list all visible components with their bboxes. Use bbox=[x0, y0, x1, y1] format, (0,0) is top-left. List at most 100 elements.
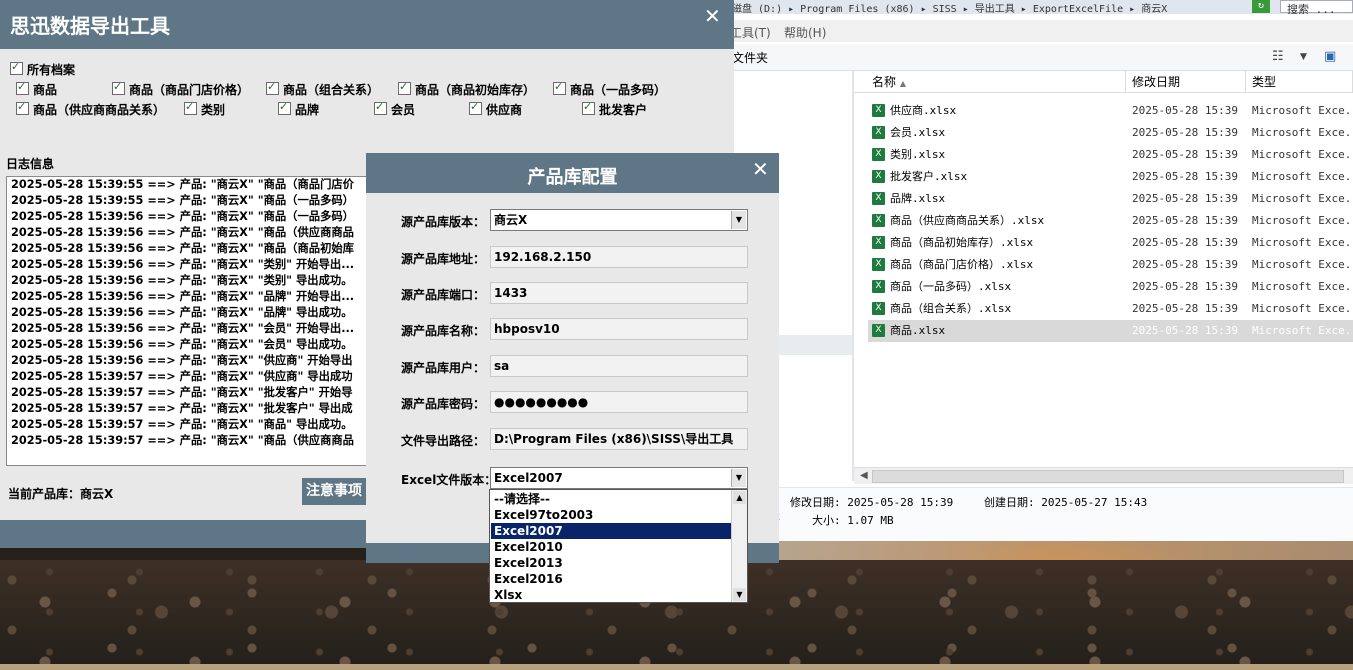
file-row[interactable]: X 商品.xlsx 2025-05-28 15:39 Microsoft Exce..… bbox=[868, 320, 1353, 342]
dropdown-option[interactable]: Xlsx bbox=[491, 587, 732, 603]
config-input[interactable]: sa bbox=[490, 355, 748, 377]
file-row[interactable]: X 商品（商品门店价格）.xlsx 2025-05-28 15:39 Microsof… bbox=[868, 254, 1353, 276]
excel-file-icon: X bbox=[872, 214, 885, 227]
file-name: 商品（商品初始库存）.xlsx bbox=[890, 236, 1034, 249]
archive-checkbox[interactable]: 商品（商品门店价格） bbox=[112, 80, 250, 98]
excel-file-icon: X bbox=[872, 126, 885, 139]
horizontal-scrollbar[interactable]: ◀ bbox=[854, 467, 1353, 484]
view-icon[interactable]: ☷ bbox=[1272, 49, 1284, 64]
file-row[interactable]: X 商品（一品多码）.xlsx 2025-05-28 15:39 Microsoft … bbox=[868, 276, 1353, 298]
preview-pane-icon[interactable]: ▣ bbox=[1324, 49, 1336, 64]
dropdown-scrollbar[interactable]: ▲ ▼ bbox=[731, 490, 747, 602]
archive-checkbox[interactable]: 供应商 bbox=[469, 100, 523, 118]
archive-checkbox[interactable]: 商品（商品初始库存） bbox=[398, 80, 535, 98]
field-value: 192.168.2.150 bbox=[494, 250, 592, 264]
archive-checkbox[interactable]: 商品（组合关系） bbox=[266, 80, 379, 98]
field-value: Excel2007 bbox=[494, 471, 563, 485]
close-icon[interactable]: ✕ bbox=[752, 157, 769, 181]
checkbox-box[interactable] bbox=[582, 100, 595, 115]
column-name[interactable]: 名称 ▲ bbox=[854, 71, 1126, 93]
file-row[interactable]: X 商品（商品初始库存）.xlsx 2025-05-28 15:39 Microsof… bbox=[868, 232, 1353, 254]
checkbox-box[interactable] bbox=[16, 100, 29, 115]
dropdown-option[interactable]: Excel97to2003 bbox=[491, 507, 732, 523]
config-input[interactable]: 192.168.2.150 bbox=[490, 246, 748, 268]
checkbox-all-archives[interactable]: 所有档案 bbox=[10, 60, 75, 78]
checkbox-box[interactable] bbox=[184, 100, 197, 115]
excel-file-icon: X bbox=[872, 324, 885, 337]
file-row[interactable]: X 会员.xlsx 2025-05-28 15:39 Microsoft Exce..… bbox=[868, 122, 1353, 144]
dropdown-option[interactable]: Excel2013 bbox=[491, 555, 732, 571]
field-value: sa bbox=[494, 359, 510, 373]
dropdown-option[interactable]: Excel2007 bbox=[491, 523, 732, 539]
scroll-down-icon[interactable]: ▼ bbox=[733, 588, 746, 601]
file-name: 批发客户.xlsx bbox=[890, 170, 968, 183]
menu-tools[interactable]: 工具(T) bbox=[730, 24, 771, 41]
log-line: 2025-05-28 15:39:57 ==> 产品: "商云X" "批发客户"… bbox=[11, 386, 353, 399]
address-path[interactable]: 磁盘 (D:) ▸ Program Files (x86) ▸ SISS ▸ 导… bbox=[732, 0, 1167, 14]
log-line: 2025-05-28 15:39:57 ==> 产品: "商云X" "批发客户"… bbox=[11, 402, 353, 415]
notice-button[interactable]: 注意事项 bbox=[302, 478, 368, 505]
excel-version-dropdown-list[interactable]: --请选择-- Excel97to2003 Excel2007 Excel2010 Ex… bbox=[489, 489, 748, 603]
folders-button[interactable]: 文件夹 bbox=[732, 49, 768, 66]
config-input[interactable]: D:\Program Files (x86)\SISS\导出工具 bbox=[490, 428, 748, 450]
file-date: 2025-05-28 15:39 bbox=[1132, 170, 1238, 183]
file-row[interactable]: X 批发客户.xlsx 2025-05-28 15:39 Microsoft Exce… bbox=[868, 166, 1353, 188]
file-type: Microsoft Exce... bbox=[1252, 192, 1353, 205]
column-date[interactable]: 修改日期 bbox=[1126, 71, 1246, 93]
config-input[interactable]: hbposv10 bbox=[490, 318, 748, 340]
dropdown-option[interactable]: Excel2016 bbox=[491, 571, 732, 587]
checkbox-label: 类别 bbox=[201, 103, 226, 117]
checkbox-box[interactable] bbox=[374, 100, 387, 115]
column-type[interactable]: 类型 bbox=[1246, 71, 1353, 93]
excel-file-icon: X bbox=[872, 258, 885, 271]
checkbox-label: 商品（商品门店价格） bbox=[129, 83, 250, 97]
address-bar[interactable]: 磁盘 (D:) ▸ Program Files (x86) ▸ SISS ▸ 导… bbox=[728, 0, 1353, 14]
search-input[interactable]: 搜索 ... bbox=[1280, 0, 1353, 14]
checkbox-box[interactable] bbox=[16, 80, 29, 95]
config-select[interactable]: 商云X ▼ bbox=[490, 209, 748, 231]
archive-checkbox[interactable]: 商品（一品多码） bbox=[553, 80, 666, 98]
field-value: D:\Program Files (x86)\SISS\导出工具 bbox=[494, 432, 734, 446]
chevron-down-icon[interactable]: ▼ bbox=[1300, 52, 1307, 62]
checkbox-box[interactable] bbox=[278, 100, 291, 115]
scroll-left-icon[interactable]: ◀ bbox=[860, 470, 868, 481]
log-line: 2025-05-28 15:39:56 ==> 产品: "商云X" "商品（供应… bbox=[11, 226, 354, 239]
file-row[interactable]: X 品牌.xlsx 2025-05-28 15:39 Microsoft Exce..… bbox=[868, 188, 1353, 210]
archive-checkbox[interactable]: 会员 bbox=[374, 100, 415, 118]
checkbox-box[interactable] bbox=[112, 80, 125, 95]
archive-checkbox[interactable]: 商品（供应商商品关系） bbox=[16, 100, 165, 118]
file-row[interactable]: X 商品（供应商商品关系）.xlsx 2025-05-28 15:39 Microso… bbox=[868, 210, 1353, 232]
log-line: 2025-05-28 15:39:57 ==> 产品: "商云X" "供应商" … bbox=[11, 370, 353, 383]
config-input[interactable]: 1433 bbox=[490, 282, 748, 304]
checkbox-label: 供应商 bbox=[486, 103, 523, 117]
refresh-icon[interactable]: ↻ bbox=[1252, 0, 1270, 13]
archive-checkbox[interactable]: 类别 bbox=[184, 100, 226, 118]
chevron-down-icon[interactable]: ▼ bbox=[731, 469, 746, 487]
close-icon[interactable]: ✕ bbox=[704, 4, 721, 28]
file-row[interactable]: X 商品（组合关系）.xlsx 2025-05-28 15:39 Microsoft … bbox=[868, 298, 1353, 320]
dropdown-option[interactable]: Excel2010 bbox=[491, 539, 732, 555]
log-line: 2025-05-28 15:39:56 ==> 产品: "商云X" "商品（商品… bbox=[11, 242, 354, 255]
file-date: 2025-05-28 15:39 bbox=[1132, 302, 1238, 315]
file-date: 2025-05-28 15:39 bbox=[1132, 236, 1238, 249]
menu-help[interactable]: 帮助(H) bbox=[784, 24, 826, 41]
file-row[interactable]: X 供应商.xlsx 2025-05-28 15:39 Microsoft Exce.… bbox=[868, 100, 1353, 122]
scrollbar-thumb[interactable] bbox=[872, 470, 1344, 483]
config-input[interactable]: ●●●●●●●●● bbox=[490, 391, 748, 413]
file-date: 2025-05-28 15:39 bbox=[1132, 148, 1238, 161]
log-textbox[interactable]: 2025-05-28 15:39:55 ==> 产品: "商云X" "商品（商品… bbox=[6, 176, 370, 466]
file-row[interactable]: X 类别.xlsx 2025-05-28 15:39 Microsoft Exce..… bbox=[868, 144, 1353, 166]
archive-checkbox[interactable]: 批发客户 bbox=[582, 100, 647, 118]
checkbox-box[interactable] bbox=[553, 80, 566, 95]
archive-checkbox[interactable]: 品牌 bbox=[278, 100, 319, 118]
scroll-up-icon[interactable]: ▲ bbox=[733, 491, 746, 504]
dropdown-option[interactable]: --请选择-- bbox=[491, 491, 732, 507]
archive-checkbox[interactable]: 商品 bbox=[16, 80, 57, 98]
checkbox-box[interactable] bbox=[10, 60, 23, 75]
config-select[interactable]: Excel2007 ▼ bbox=[490, 467, 748, 489]
checkbox-box[interactable] bbox=[469, 100, 482, 115]
checkbox-box[interactable] bbox=[266, 80, 279, 95]
chevron-down-icon[interactable]: ▼ bbox=[731, 211, 746, 229]
checkbox-box[interactable] bbox=[398, 80, 411, 95]
log-line: 2025-05-28 15:39:57 ==> 产品: "商云X" "商品（供应… bbox=[11, 434, 354, 447]
